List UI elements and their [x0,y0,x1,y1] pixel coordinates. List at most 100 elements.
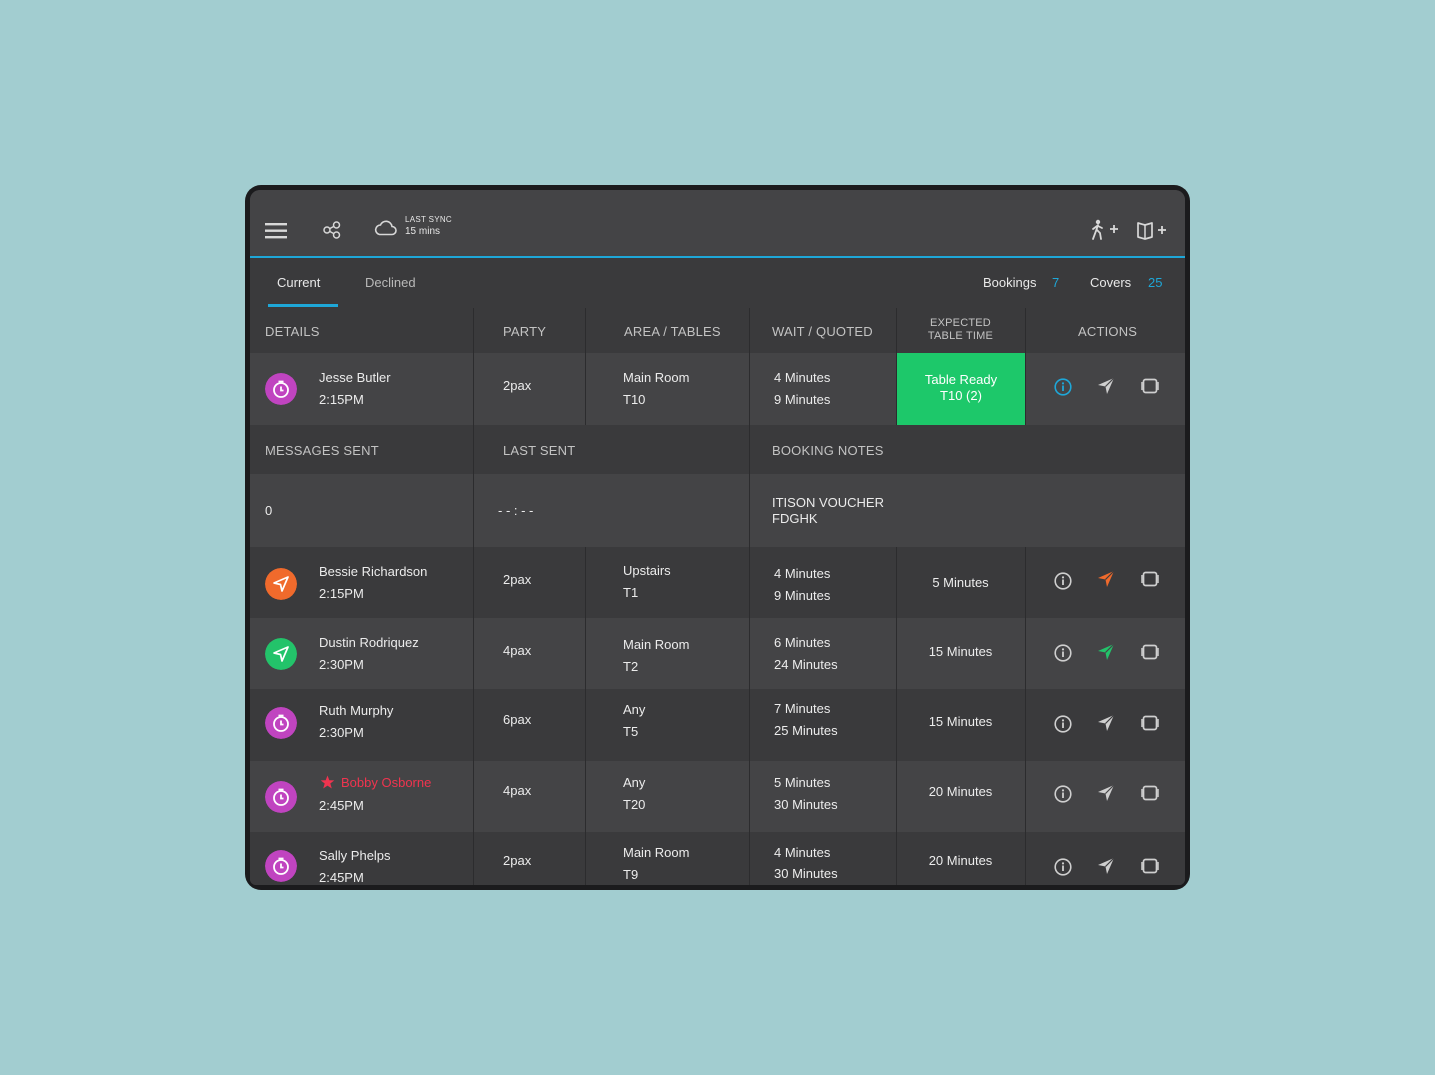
area-name: Upstairs [623,563,671,578]
col-details[interactable]: DETAILS [265,324,320,339]
wait-time: 6 Minutes [774,635,831,650]
send-message-icon[interactable] [1097,643,1115,661]
seat-table-icon[interactable] [1141,570,1159,588]
book-add-icon[interactable] [1136,220,1170,240]
table-name: T10 [623,392,646,407]
table-name: T9 [623,867,639,882]
detail-row: 0 - - : - - ITISON VOUCHER FDGHK [250,474,1185,547]
col-party[interactable]: PARTY [503,324,546,339]
seat-table-icon[interactable] [1141,643,1159,661]
col-expected-line2: TABLE TIME [927,330,994,342]
guest-name[interactable]: Dustin Rodriquez [319,635,419,650]
covers-count: 25 [1148,275,1163,290]
col-expected[interactable]: EXPECTED TABLE TIME [896,317,1025,343]
guest-name[interactable]: Bessie Richardson [319,564,427,579]
wait-time: 4 Minutes [774,566,831,581]
active-tab-indicator [268,304,338,307]
wait-time: 5 Minutes [774,775,831,790]
bookings-label: Bookings [983,275,1037,290]
info-icon[interactable] [1054,715,1072,733]
send-message-icon[interactable] [1097,570,1115,588]
expected-table-time: 5 Minutes [932,575,989,590]
table-ready-badge[interactable]: Table Ready T10 (2) [897,353,1025,425]
table-header: DETAILS PARTY AREA / TABLES WAIT / QUOTE… [250,308,1185,353]
message-sent-status-icon [265,568,297,600]
timer-status-icon [265,373,297,405]
vip-star-icon [320,775,335,789]
quoted-time: 25 Minutes [774,723,838,738]
party-size: 2pax [503,572,532,587]
party-size: 2pax [503,378,532,393]
booking-note-line2: FDGHK [772,511,818,526]
table-row[interactable]: Ruth Murphy 2:30PM 6pax Any T5 7 Minutes… [250,689,1185,761]
messages-sent-count: 0 [265,503,273,518]
guest-name[interactable]: Bobby Osborne [341,775,431,790]
booking-note-line1: ITISON VOUCHER [772,495,884,510]
area-name: Any [623,775,646,790]
send-message-icon[interactable] [1097,784,1115,802]
quoted-time: 30 Minutes [774,797,838,812]
seat-table-icon[interactable] [1141,857,1159,875]
quoted-time: 30 Minutes [774,866,838,881]
col-expected-line1: EXPECTED [930,317,991,329]
seat-table-icon[interactable] [1141,784,1159,802]
share-icon[interactable] [323,221,341,239]
table-row[interactable]: Jesse Butler 2:15PM 2pax Main Room T10 4… [250,353,1185,425]
party-size: 2pax [503,853,532,868]
tab-current[interactable]: Current [277,275,320,290]
seat-table-icon[interactable] [1141,377,1159,395]
table-row[interactable]: Bobby Osborne 2:45PM 4pax Any T20 5 Minu… [250,761,1185,832]
info-icon[interactable] [1054,378,1072,396]
wait-time: 7 Minutes [774,701,831,716]
menu-icon[interactable] [265,223,287,239]
col-wait[interactable]: WAIT / QUOTED [772,324,873,339]
detail-header: MESSAGES SENT LAST SENT BOOKING NOTES [250,425,1185,474]
bookings-count: 7 [1052,275,1060,290]
seat-table-icon[interactable] [1141,714,1159,732]
sync-value: 15 mins [405,226,441,237]
timer-status-icon [265,850,297,882]
quoted-time: 24 Minutes [774,657,838,672]
area-name: Main Room [623,637,690,652]
send-message-icon[interactable] [1097,377,1115,395]
booking-notes-label: BOOKING NOTES [772,443,884,458]
tablet-frame: LAST SYNC 15 mins Current Declined Booki… [245,185,1190,890]
table-row[interactable]: Dustin Rodriquez 2:30PM 4pax Main Room T… [250,618,1185,689]
guest-name[interactable]: Sally Phelps [319,848,391,863]
quoted-time: 9 Minutes [774,392,831,407]
quoted-time: 9 Minutes [774,588,831,603]
col-area[interactable]: AREA / TABLES [624,324,721,339]
col-actions: ACTIONS [1078,324,1138,339]
info-icon[interactable] [1054,858,1072,876]
info-icon[interactable] [1054,644,1072,662]
send-message-icon[interactable] [1097,857,1115,875]
info-icon[interactable] [1054,572,1072,590]
party-size: 4pax [503,783,532,798]
send-message-icon[interactable] [1097,714,1115,732]
table-name: T1 [623,585,639,600]
table-name: T20 [623,797,646,812]
table-row[interactable]: Sally Phelps 2:45PM 2pax Main Room T9 4 … [250,832,1185,885]
sync-label: LAST SYNC [405,215,453,224]
party-size: 4pax [503,643,532,658]
last-sent-value: - - : - - [498,503,534,518]
wait-time: 4 Minutes [774,845,831,860]
top-bar: LAST SYNC 15 mins [250,190,1185,258]
tabs-bar: Current Declined Bookings 7 Covers 25 [250,258,1185,308]
wait-time: 4 Minutes [774,370,831,385]
area-name: Main Room [623,370,690,385]
timer-status-icon [265,707,297,739]
booking-time: 2:15PM [319,392,364,407]
ready-table: T10 (2) [940,388,982,403]
walk-in-add-icon[interactable] [1090,219,1120,241]
table-row[interactable]: Bessie Richardson 2:15PM 2pax Upstairs T… [250,547,1185,618]
booking-time: 2:30PM [319,725,364,740]
tab-declined[interactable]: Declined [365,275,416,290]
table-name: T5 [623,724,639,739]
guest-name[interactable]: Jesse Butler [319,370,391,385]
ready-label: Table Ready [924,372,998,387]
guest-name[interactable]: Ruth Murphy [319,703,393,718]
info-icon[interactable] [1054,785,1072,803]
booking-time: 2:45PM [319,798,364,813]
expected-table-time: 20 Minutes [928,784,993,799]
